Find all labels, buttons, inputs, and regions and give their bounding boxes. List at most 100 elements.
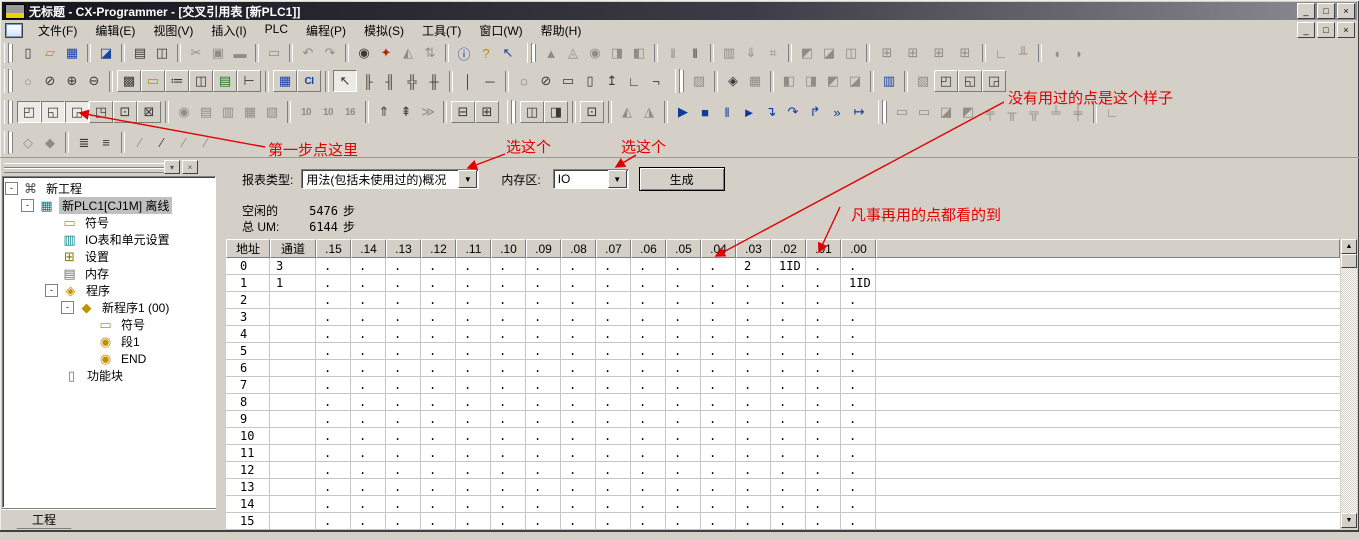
comment-1-button[interactable]: ◧ (778, 71, 800, 91)
chevron-down-icon[interactable]: ▼ (458, 170, 477, 188)
tree-item-symbols[interactable]: ▭符号 (3, 214, 215, 231)
tree-item-plc[interactable]: -▦新PLC1[CJ1M] 离线 (3, 197, 215, 214)
pause-monitor-button[interactable]: ‖ (662, 43, 684, 63)
transfer-to-plc-button[interactable]: ⇓ (740, 43, 762, 63)
sim-step-out-button[interactable]: ↱ (804, 102, 826, 122)
program-tree-button[interactable]: ⊢ (237, 70, 261, 92)
template-view-button[interactable]: ▦ (239, 102, 261, 122)
window-tile-button[interactable]: ⊟ (451, 101, 475, 123)
network-4-button[interactable]: ◩ (957, 102, 979, 122)
child-minimize-button[interactable]: _ (1297, 22, 1315, 38)
minimize-button[interactable]: _ (1297, 3, 1315, 19)
time-chart-button[interactable]: ╨ (1012, 43, 1034, 63)
show-grid-button[interactable]: ▩ (117, 70, 141, 92)
tree-item-programs[interactable]: -◈程序 (3, 282, 215, 299)
window-1-button[interactable]: ◰ (934, 70, 958, 92)
address-reference-tool-button[interactable]: ✦ (375, 43, 397, 63)
find-bit-button[interactable]: ◉ (173, 102, 195, 122)
sidebar-grip[interactable]: ▾ × (2, 160, 220, 174)
redo-button[interactable]: ↷ (319, 43, 341, 63)
differential-up-button[interactable]: ↥ (601, 71, 623, 91)
coil-closed-button[interactable]: ⊘ (535, 71, 557, 91)
chevron-down-icon[interactable]: ▼ (608, 170, 627, 188)
tree-expander-icon[interactable]: - (5, 182, 18, 195)
report-type-select[interactable]: 用法(包括未使用过的)概况 ▼ (301, 169, 479, 189)
compile-button[interactable]: ◈ (722, 71, 744, 91)
view-cross-reference-button[interactable]: ◲ (65, 101, 89, 123)
edit-rung-1-button[interactable]: ◇ (17, 133, 39, 153)
invert-button[interactable]: ¬ (645, 71, 667, 91)
io-table-2-button[interactable]: ⊞ (900, 43, 926, 63)
window-2-button[interactable]: ◱ (958, 70, 982, 92)
window-3-button[interactable]: ◲ (982, 70, 1006, 92)
pause-button[interactable]: ‖ (684, 43, 706, 63)
differential-monitor-button[interactable]: ∟ (990, 43, 1012, 63)
menu-item-4[interactable]: PLC (256, 20, 297, 41)
scroll-up-icon[interactable]: ▲ (1341, 239, 1357, 254)
view-report-button[interactable]: ◪ (95, 43, 117, 63)
routing-button[interactable]: ∟ (1101, 102, 1123, 122)
menu-item-1[interactable]: 编辑(E) (86, 20, 144, 41)
sidebar-close-button[interactable]: × (182, 160, 198, 174)
rack-5-button[interactable]: ╪ (1067, 102, 1089, 122)
io-table-1-button[interactable]: ⊞ (874, 43, 900, 63)
program-check-button[interactable]: ▥ (718, 43, 740, 63)
sim-step-in-button[interactable]: ↴ (760, 102, 782, 122)
zoom-out-button[interactable]: ⊖ (83, 71, 105, 91)
online-edit-send-button[interactable]: ◪ (818, 43, 840, 63)
contact-or-closed-button[interactable]: ╫ (423, 71, 445, 91)
sim-run-to-end-button[interactable]: ↦ (848, 102, 870, 122)
contact-closed-button[interactable]: ╢ (379, 71, 401, 91)
display-signed-decimal-button[interactable]: 10 (317, 102, 339, 122)
sidebar-collapse-button[interactable]: ▾ (164, 160, 180, 174)
address-browser-button[interactable]: ▥ (217, 102, 239, 122)
menu-item-2[interactable]: 视图(V) (144, 20, 202, 41)
tree-item-io-table[interactable]: ▥IO表和单元设置 (3, 231, 215, 248)
force-release-button[interactable]: ◗ (1068, 43, 1090, 63)
io-table-4-button[interactable]: ⊞ (952, 43, 978, 63)
tree-item-function-blocks[interactable]: ▯功能块 (3, 367, 215, 384)
instruction-2-button[interactable]: ▯ (579, 71, 601, 91)
open-button[interactable]: ▱ (39, 43, 61, 63)
block-outline-button[interactable]: ≡ (95, 133, 117, 153)
vertical-scrollbar[interactable]: ▲ ▼ (1341, 239, 1357, 528)
menu-item-7[interactable]: 工具(T) (413, 20, 470, 41)
vertical-not-button[interactable]: ∟ (623, 71, 645, 91)
network-3-button[interactable]: ◪ (935, 102, 957, 122)
find-button[interactable]: ◉ (353, 43, 375, 63)
tree-item-end[interactable]: ◉END (3, 350, 215, 367)
rack-4-button[interactable]: ╧ (1045, 102, 1067, 122)
cut-button[interactable]: ✂ (185, 43, 207, 63)
toolbar-grip[interactable] (507, 100, 512, 125)
about-button[interactable]: ⓘ (453, 43, 475, 63)
window-cascade-button[interactable]: ⊞ (475, 101, 499, 123)
tree-expander-icon[interactable]: - (61, 301, 74, 314)
print-preview-button[interactable]: ◫ (151, 43, 173, 63)
contact-open-button[interactable]: ╟ (357, 71, 379, 91)
toolbar-grip[interactable] (4, 43, 9, 63)
mnemonic-view-button[interactable]: ▦ (273, 70, 297, 92)
zoom-fit-button[interactable]: ⊘ (39, 71, 61, 91)
sim-pause-button[interactable]: ‖ (716, 102, 738, 122)
tree-item-program1[interactable]: -◆新程序1 (00) (3, 299, 215, 316)
menu-item-6[interactable]: 模拟(S) (355, 20, 413, 41)
sim-step-over-button[interactable]: ↷ (782, 102, 804, 122)
toolbar-grip[interactable] (4, 131, 9, 154)
sort-button[interactable]: ⇅ (419, 43, 441, 63)
contact-or-open-button[interactable]: ╬ (401, 71, 423, 91)
display-hex-button[interactable]: 16 (339, 102, 361, 122)
menu-item-9[interactable]: 帮助(H) (532, 20, 591, 41)
cpu-status-button[interactable]: ⊡ (580, 101, 604, 123)
edit-rung-2-button[interactable]: ◆ (39, 133, 61, 153)
diff-pen-1-button[interactable]: ⁄ (129, 133, 151, 153)
scroll-down-icon[interactable]: ▼ (1341, 513, 1357, 528)
online-find-button[interactable]: ◉ (584, 43, 606, 63)
copy-button[interactable]: ▣ (207, 43, 229, 63)
online-monitor-button[interactable]: ◨ (606, 43, 628, 63)
menu-item-8[interactable]: 窗口(W) (470, 20, 531, 41)
rung-comment-button[interactable]: ▭ (141, 70, 165, 92)
diff-pen-2-button[interactable]: ⁄ (151, 133, 173, 153)
data-trace-button[interactable]: ◫ (520, 101, 544, 123)
paste-special-button[interactable]: ▭ (263, 43, 285, 63)
goto-jump-button[interactable]: ≫ (417, 102, 439, 122)
